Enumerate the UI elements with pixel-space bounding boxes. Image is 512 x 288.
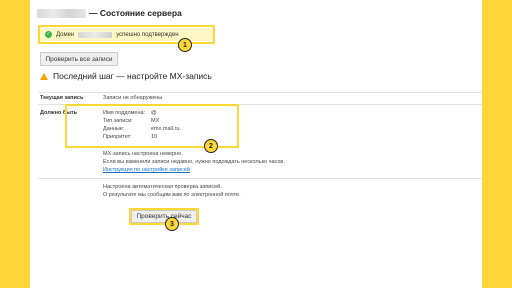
last-step-heading: Последний шаг — настройте MX-запись (40, 71, 212, 81)
email-notice-text: О результате мы сообщим вам по электронн… (103, 192, 241, 198)
check-all-records-button[interactable]: Проверить все записи (40, 52, 118, 66)
current-record-label: Текущая запись (40, 95, 84, 101)
auto-check-text: Настроена автоматическая проверка записе… (103, 184, 222, 190)
wait-hint-text: Если вы изменили записи недавно, нужно п… (103, 159, 285, 165)
check-now-button[interactable]: Проверить сейчас (131, 210, 197, 223)
step-badge-3: 3 (165, 217, 179, 231)
mx-status-text: MX-запись настроена неверно. (103, 151, 183, 157)
setup-instructions-link[interactable]: Инструкция по настройке записей (103, 167, 190, 173)
step-badge-2: 2 (204, 139, 218, 153)
warning-icon (40, 72, 48, 80)
content-panel: — Состояние сервера ✓ Домен успешно подт… (30, 0, 482, 288)
divider (38, 178, 482, 179)
page-title: — Состояние сервера (89, 8, 182, 18)
step-badge-1: 1 (178, 38, 192, 52)
domain-name-redacted (37, 8, 86, 18)
divider (38, 92, 482, 93)
current-record-value: Записи не обнаружены (103, 95, 163, 101)
page-header: — Состояние сервера (37, 6, 182, 20)
last-step-title: Последний шаг — настройте MX-запись (53, 71, 212, 81)
